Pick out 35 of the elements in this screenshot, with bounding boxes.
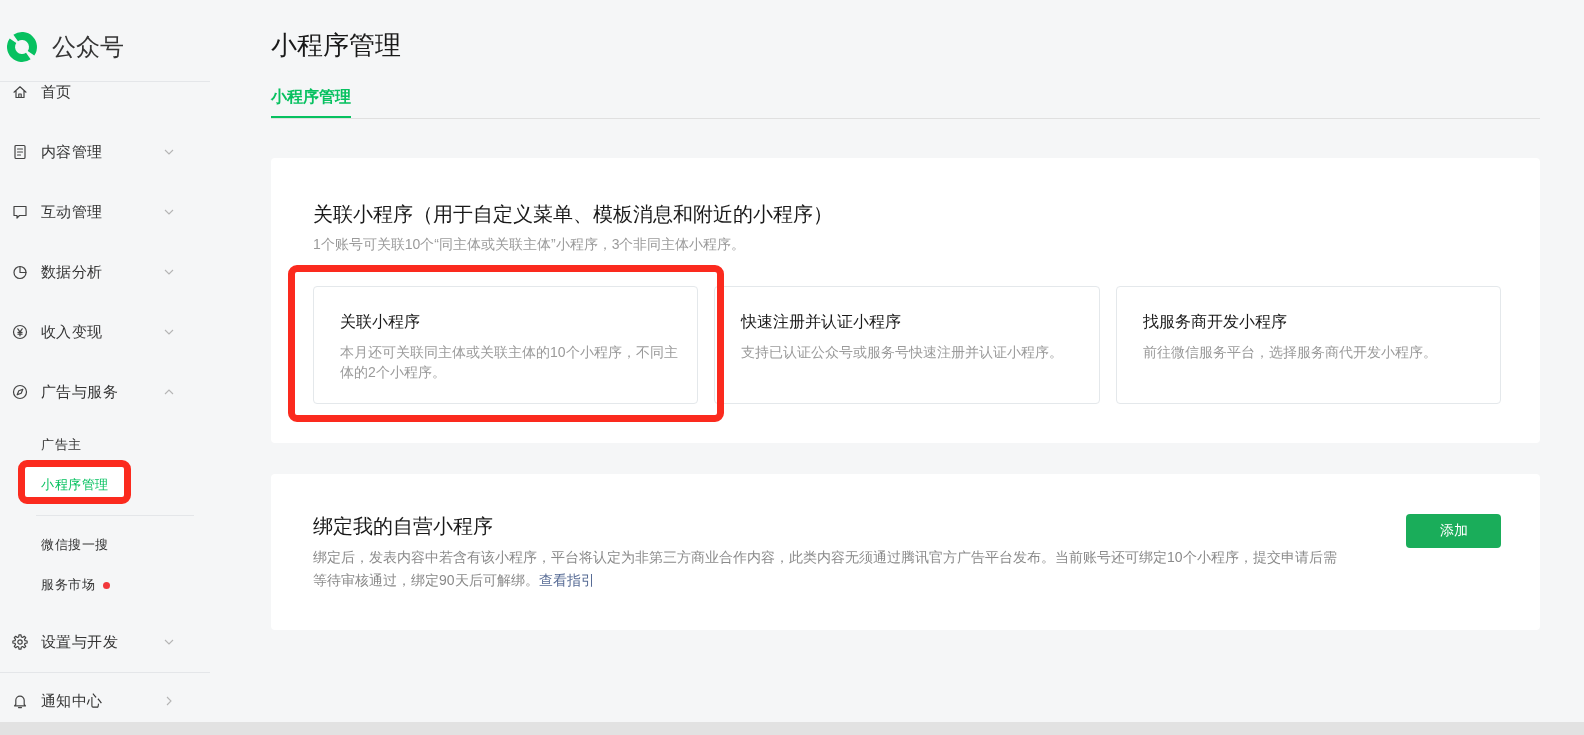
nav-subitem[interactable]: 微信搜一搜 — [36, 515, 194, 565]
option-card[interactable]: 快速注册并认证小程序 支持已认证公众号或服务号快速注册并认证小程序。 — [714, 286, 1100, 404]
nav-subitem[interactable]: 广告主 — [36, 425, 194, 465]
section-description: 绑定后，发表内容中若含有该小程序，平台将认定为非第三方商业合作内容，此类内容无须通过腾讯官方广告平台发布。当前账号还可绑定10个小程序，提交申请后需等待审核通过，绑定90天后可解绑。查看指引 — [313, 548, 1338, 590]
compass-icon — [12, 384, 28, 400]
nav-subitem[interactable]: 服务市场 — [36, 565, 194, 605]
option-title: 找服务商开发小程序 — [1142, 312, 1288, 332]
bell-icon — [12, 693, 28, 709]
logo-icon — [6, 30, 38, 63]
nav-item[interactable]: 设置与开发 — [0, 612, 210, 672]
option-description: 支持已认证公众号或服务号快速注册并认证小程序。 — [741, 343, 1065, 362]
section-description: 1个账号可关联10个“同主体或关联主体”小程序，3个非同主体小程序。 — [313, 235, 747, 254]
nav-item[interactable]: 广告与服务 — [0, 362, 210, 422]
pie-chart-icon — [12, 264, 28, 280]
home-icon — [12, 84, 28, 100]
nav-item[interactable]: 首页 — [0, 82, 210, 122]
option-title: 关联小程序 — [340, 312, 421, 332]
page-title: 小程序管理 — [271, 29, 402, 62]
document-icon — [12, 144, 28, 160]
nav-item[interactable]: 内容管理 — [0, 122, 210, 182]
option-card[interactable]: 关联小程序 本月还可关联同主体或关联主体的10个小程序，不同主体的2个小程序。 — [313, 286, 699, 404]
section-heading: 绑定我的自营小程序 — [313, 514, 494, 539]
option-card[interactable]: 找服务商开发小程序 前往微信服务平台，选择服务商代开发小程序。 — [1115, 286, 1501, 404]
nav-item[interactable]: 数据分析 — [0, 242, 210, 302]
nav-item[interactable]: 互动管理 — [0, 182, 210, 242]
section-heading: 关联小程序（用于自定义菜单、模板消息和附近的小程序） — [313, 202, 834, 227]
option-description: 本月还可关联同主体或关联主体的10个小程序，不同主体的2个小程序。 — [340, 343, 679, 382]
option-description: 前往微信服务平台，选择服务商代开发小程序。 — [1142, 343, 1438, 362]
option-title: 快速注册并认证小程序 — [741, 312, 903, 332]
yen-coin-icon — [12, 324, 28, 340]
guide-link[interactable]: 查看指引 — [538, 572, 595, 588]
gear-icon — [12, 634, 28, 650]
chat-bubble-icon — [12, 204, 28, 220]
brand-name: 公众号 — [52, 31, 124, 62]
nav-item[interactable]: 收入变现 — [0, 302, 210, 362]
